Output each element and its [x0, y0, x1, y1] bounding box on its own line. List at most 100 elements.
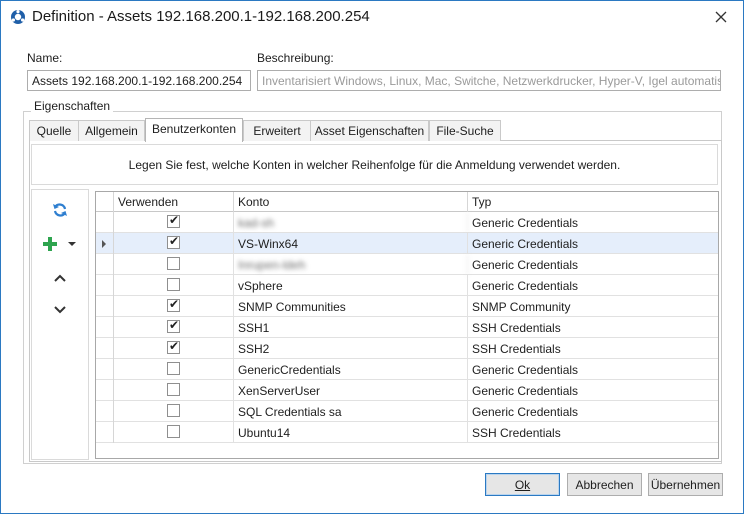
tab-quelle[interactable]: Quelle — [29, 120, 79, 141]
table-row[interactable]: ✔ kad-sh Generic Credentials — [96, 212, 718, 233]
tab-file-suche[interactable]: File-Suche — [429, 120, 501, 141]
row-indicator[interactable] — [96, 212, 114, 233]
use-cell — [114, 359, 234, 380]
table-row[interactable]: Ubuntu14 SSH Credentials — [96, 422, 718, 443]
use-checkbox[interactable]: ✔ — [167, 297, 180, 312]
account-cell[interactable]: Ubuntu14 — [234, 422, 468, 443]
use-cell: ✔ — [114, 317, 234, 338]
description-field[interactable]: Inventarisiert Windows, Linux, Mac, Swit… — [257, 70, 721, 91]
tab-erweitert[interactable]: Erweitert — [243, 120, 311, 141]
move-down-icon[interactable] — [50, 300, 70, 318]
checkmark-icon: ✔ — [169, 297, 180, 311]
row-indicator[interactable] — [96, 275, 114, 296]
account-cell[interactable]: SNMP Communities — [234, 296, 468, 317]
column-header-use[interactable]: Verwenden — [114, 192, 234, 212]
row-indicator[interactable] — [96, 338, 114, 359]
account-cell[interactable]: vSphere — [234, 275, 468, 296]
window-title: Definition - Assets 192.168.200.1-192.16… — [32, 8, 370, 25]
table-row[interactable]: XenServerUser Generic Credentials — [96, 380, 718, 401]
move-up-icon[interactable] — [50, 269, 70, 287]
table-row[interactable]: ✔ SNMP Communities SNMP Community — [96, 296, 718, 317]
close-icon[interactable] — [713, 9, 729, 25]
checkmark-icon: ✔ — [169, 318, 180, 332]
account-cell[interactable]: SSH2 — [234, 338, 468, 359]
use-checkbox[interactable] — [167, 362, 180, 375]
row-indicator[interactable] — [96, 359, 114, 380]
tab-allgemein[interactable]: Allgemein — [78, 120, 145, 141]
apply-button-label: Übernehmen — [650, 478, 721, 492]
row-indicator[interactable] — [96, 401, 114, 422]
checkmark-icon: ✔ — [169, 213, 180, 227]
refresh-icon[interactable] — [50, 201, 70, 219]
use-checkbox[interactable]: ✔ — [167, 234, 180, 249]
column-header-type[interactable]: Typ — [468, 192, 718, 212]
column-header-account[interactable]: Konto — [234, 192, 468, 212]
row-indicator[interactable] — [96, 317, 114, 338]
header-row-indicator — [96, 192, 114, 212]
properties-group-label: Eigenschaften — [31, 99, 114, 113]
account-cell[interactable]: SSH1 — [234, 317, 468, 338]
accounts-grid[interactable]: Verwenden Konto Typ ✔ kad-sh Generic Crede… — [95, 191, 719, 459]
account-cell[interactable]: GenericCredentials — [234, 359, 468, 380]
title-bar: Definition - Assets 192.168.200.1-192.16… — [1, 1, 743, 33]
tab-asset-eigenschaften[interactable]: Asset Eigenschaften — [310, 120, 429, 141]
account-cell[interactable]: Inrupen-ldeh — [234, 254, 468, 275]
table-row[interactable]: ✔ SSH2 SSH Credentials — [96, 338, 718, 359]
table-row[interactable]: GenericCredentials Generic Credentials — [96, 359, 718, 380]
table-row[interactable]: Inrupen-ldeh Generic Credentials — [96, 254, 718, 275]
ok-button-label: Ok — [514, 478, 531, 492]
table-row[interactable]: ✔ SSH1 SSH Credentials — [96, 317, 718, 338]
use-checkbox[interactable] — [167, 257, 180, 270]
type-cell[interactable]: Generic Credentials — [468, 233, 718, 254]
use-cell — [114, 254, 234, 275]
cancel-button-label: Abbrechen — [575, 478, 634, 492]
type-cell[interactable]: SNMP Community — [468, 296, 718, 317]
account-cell[interactable]: VS-Winx64 — [234, 233, 468, 254]
add-icon[interactable] — [40, 235, 60, 253]
type-cell[interactable]: SSH Credentials — [468, 422, 718, 443]
table-row[interactable]: vSphere Generic Credentials — [96, 275, 718, 296]
name-field[interactable]: Assets 192.168.200.1-192.168.200.254 — [27, 70, 251, 91]
account-cell[interactable]: SQL Credentials sa — [234, 401, 468, 422]
apply-button[interactable]: Übernehmen — [648, 473, 723, 496]
add-dropdown-arrow-icon[interactable] — [62, 235, 82, 253]
use-cell: ✔ — [114, 212, 234, 233]
type-cell[interactable]: Generic Credentials — [468, 275, 718, 296]
account-cell[interactable]: kad-sh — [234, 212, 468, 233]
use-cell — [114, 380, 234, 401]
row-indicator[interactable] — [96, 233, 114, 254]
type-cell[interactable]: Generic Credentials — [468, 359, 718, 380]
use-checkbox[interactable] — [167, 278, 180, 291]
type-cell[interactable]: Generic Credentials — [468, 212, 718, 233]
row-indicator[interactable] — [96, 380, 114, 401]
type-cell[interactable]: Generic Credentials — [468, 254, 718, 275]
use-cell — [114, 275, 234, 296]
cancel-button[interactable]: Abbrechen — [567, 473, 642, 496]
info-box: Legen Sie fest, welche Konten in welcher… — [31, 144, 718, 185]
use-checkbox[interactable] — [167, 383, 180, 396]
row-indicator[interactable] — [96, 296, 114, 317]
row-indicator[interactable] — [96, 422, 114, 443]
type-cell[interactable]: Generic Credentials — [468, 380, 718, 401]
type-cell[interactable]: Generic Credentials — [468, 401, 718, 422]
use-checkbox[interactable] — [167, 425, 180, 438]
info-text: Legen Sie fest, welche Konten in welcher… — [128, 158, 621, 172]
row-indicator[interactable] — [96, 254, 114, 275]
type-cell[interactable]: SSH Credentials — [468, 317, 718, 338]
use-checkbox[interactable]: ✔ — [167, 339, 180, 354]
use-checkbox[interactable]: ✔ — [167, 318, 180, 333]
use-checkbox[interactable] — [167, 404, 180, 417]
checkmark-icon: ✔ — [169, 234, 180, 248]
ok-button[interactable]: Ok — [485, 473, 560, 496]
table-row[interactable]: ✔ VS-Winx64 Generic Credentials — [96, 233, 718, 254]
use-checkbox[interactable]: ✔ — [167, 213, 180, 228]
use-cell — [114, 422, 234, 443]
checkmark-icon: ✔ — [169, 339, 180, 353]
type-cell[interactable]: SSH Credentials — [468, 338, 718, 359]
use-cell: ✔ — [114, 233, 234, 254]
tab-benutzerkonten[interactable]: Benutzerkonten — [145, 118, 243, 142]
account-cell[interactable]: XenServerUser — [234, 380, 468, 401]
table-row[interactable]: SQL Credentials sa Generic Credentials — [96, 401, 718, 422]
definition-dialog: Definition - Assets 192.168.200.1-192.16… — [0, 0, 744, 514]
grid-header: Verwenden Konto Typ — [96, 192, 718, 212]
